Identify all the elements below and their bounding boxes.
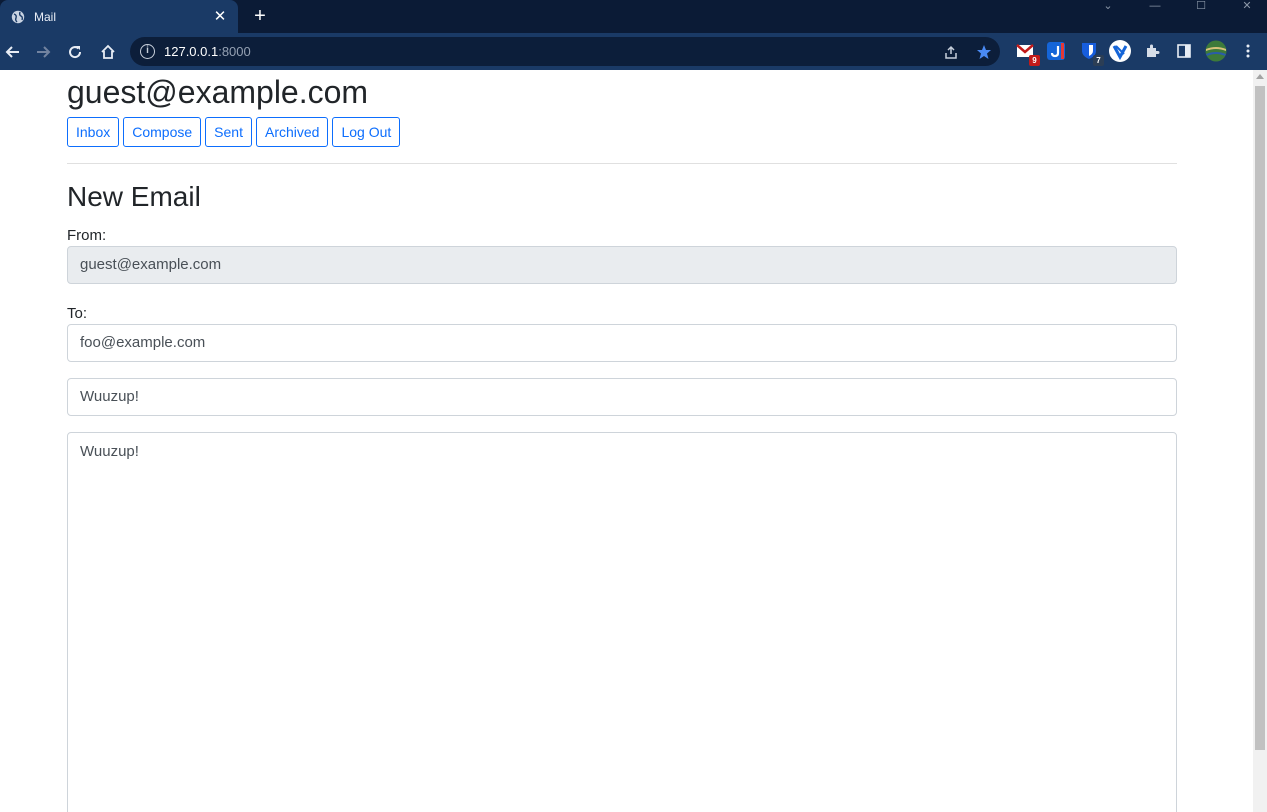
archived-button[interactable]: Archived <box>255 117 329 147</box>
compose-button[interactable]: Compose <box>123 117 202 147</box>
forward-icon[interactable] <box>32 41 54 63</box>
back-icon[interactable] <box>2 41 24 63</box>
maximize-icon[interactable]: ☐ <box>1181 0 1221 14</box>
sent-button[interactable]: Sent <box>205 117 252 147</box>
home-icon[interactable] <box>97 41 119 63</box>
info-icon[interactable]: i <box>140 44 155 59</box>
j-extension-icon[interactable] <box>1045 40 1067 62</box>
body-textarea[interactable]: Wuuzup! <box>67 432 1177 812</box>
globe-icon <box>10 9 26 25</box>
extensions-puzzle-icon[interactable] <box>1141 40 1163 62</box>
url-text: 127.0.0.1:8000 <box>164 44 251 59</box>
bitwarden-icon[interactable]: 7 <box>1078 40 1104 66</box>
chrome-menu-icon[interactable] <box>1237 40 1259 62</box>
compose-title: New Email <box>67 181 201 212</box>
mail-count-badge: 9 <box>1029 55 1040 66</box>
bitwarden-count-badge: 7 <box>1093 55 1104 66</box>
reload-icon[interactable] <box>64 41 86 63</box>
bookmark-star-icon[interactable] <box>975 43 993 61</box>
scroll-thumb[interactable] <box>1255 86 1265 750</box>
close-window-icon[interactable]: ✕ <box>1227 0 1267 14</box>
divider <box>67 163 1177 164</box>
close-tab-icon[interactable]: ✕ <box>212 8 228 25</box>
url-port: :8000 <box>218 44 251 59</box>
profile-avatar-icon[interactable] <box>1205 40 1227 62</box>
inbox-button[interactable]: Inbox <box>67 117 120 147</box>
scroll-up-icon[interactable] <box>1256 74 1264 79</box>
tab-title: Mail <box>34 9 57 24</box>
from-field: guest@example.com <box>67 246 1177 284</box>
tab-search-icon[interactable]: ⌄ <box>1088 0 1128 14</box>
logout-button[interactable]: Log Out <box>332 117 401 147</box>
user-email-heading: guest@example.com <box>67 74 369 110</box>
minimize-icon[interactable]: — <box>1135 0 1175 14</box>
mail-extension-icon[interactable]: 9 <box>1014 40 1040 66</box>
share-icon[interactable] <box>942 43 960 61</box>
subject-field[interactable]: Wuuzup! <box>67 378 1177 416</box>
to-field[interactable]: foo@example.com <box>67 324 1177 362</box>
v-extension-icon[interactable] <box>1109 40 1131 62</box>
url-host: 127.0.0.1 <box>164 44 219 59</box>
browser-toolbar: i 127.0.0.1:8000 9 7 <box>0 33 1267 70</box>
page-scrollbar[interactable] <box>1253 70 1267 812</box>
mail-nav: Inbox Compose Sent Archived Log Out <box>67 117 401 147</box>
browser-tab[interactable]: Mail ✕ <box>0 0 238 33</box>
side-panel-icon[interactable] <box>1173 40 1195 62</box>
address-bar[interactable]: i 127.0.0.1:8000 <box>130 37 1000 66</box>
tab-strip: Mail ✕ + ⌄ — ☐ ✕ <box>0 0 1267 33</box>
new-tab-button[interactable]: + <box>250 6 270 26</box>
page-content: guest@example.com Inbox Compose Sent Arc… <box>0 70 1253 812</box>
from-label: From: <box>67 227 107 244</box>
to-label: To: <box>67 305 88 322</box>
